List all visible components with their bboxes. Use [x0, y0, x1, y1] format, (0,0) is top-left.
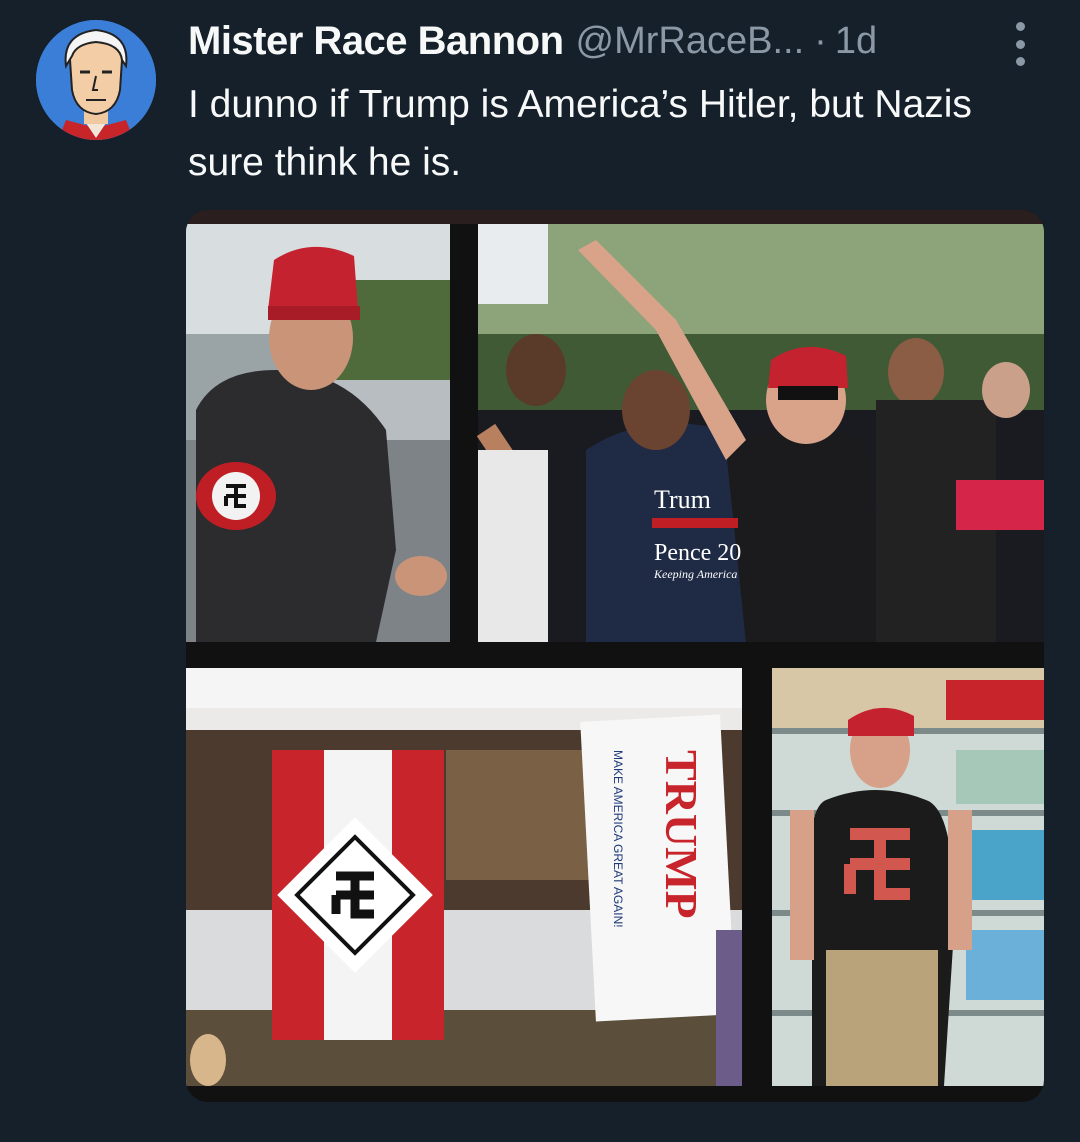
photo-collage: Trum Pence 20 Keeping America TRUMP MAKE… [186, 210, 1044, 1102]
separator-dot: · [814, 19, 827, 62]
tweet: Mister Race Bannon @MrRaceB... · 1d I du… [0, 0, 1080, 1142]
more-dot [1015, 57, 1025, 66]
photo-panel-1 [186, 224, 450, 642]
avatar-illustration [36, 20, 156, 140]
banner-text-slogan: MAKE AMERICA GREAT AGAIN! [611, 750, 625, 928]
photo-panel-3: TRUMP MAKE AMERICA GREAT AGAIN! [186, 668, 742, 1086]
timestamp[interactable]: 1d [835, 20, 877, 63]
more-vertical-icon[interactable] [1008, 22, 1032, 66]
shirt-text-trump: Trum [654, 485, 711, 514]
more-dot [1015, 22, 1025, 31]
more-dot [1015, 39, 1025, 49]
tweet-text: I dunno if Trump is America’s Hitler, bu… [188, 83, 972, 184]
shirt-text-tagline: Keeping America [653, 567, 737, 581]
photo-panel-2: Trum Pence 20 Keeping America [476, 224, 1044, 642]
photo-panel-4 [772, 668, 1044, 1086]
tweet-media[interactable]: Trum Pence 20 Keeping America TRUMP MAKE… [186, 210, 1044, 1102]
user-handle[interactable]: @MrRaceB... [576, 20, 805, 63]
avatar[interactable] [36, 20, 156, 140]
display-name[interactable]: Mister Race Bannon [188, 19, 564, 64]
banner-text-trump: TRUMP [656, 750, 707, 919]
tweet-header: Mister Race Bannon @MrRaceB... · 1d [188, 16, 877, 66]
shirt-text-pence: Pence 20 [654, 540, 741, 566]
